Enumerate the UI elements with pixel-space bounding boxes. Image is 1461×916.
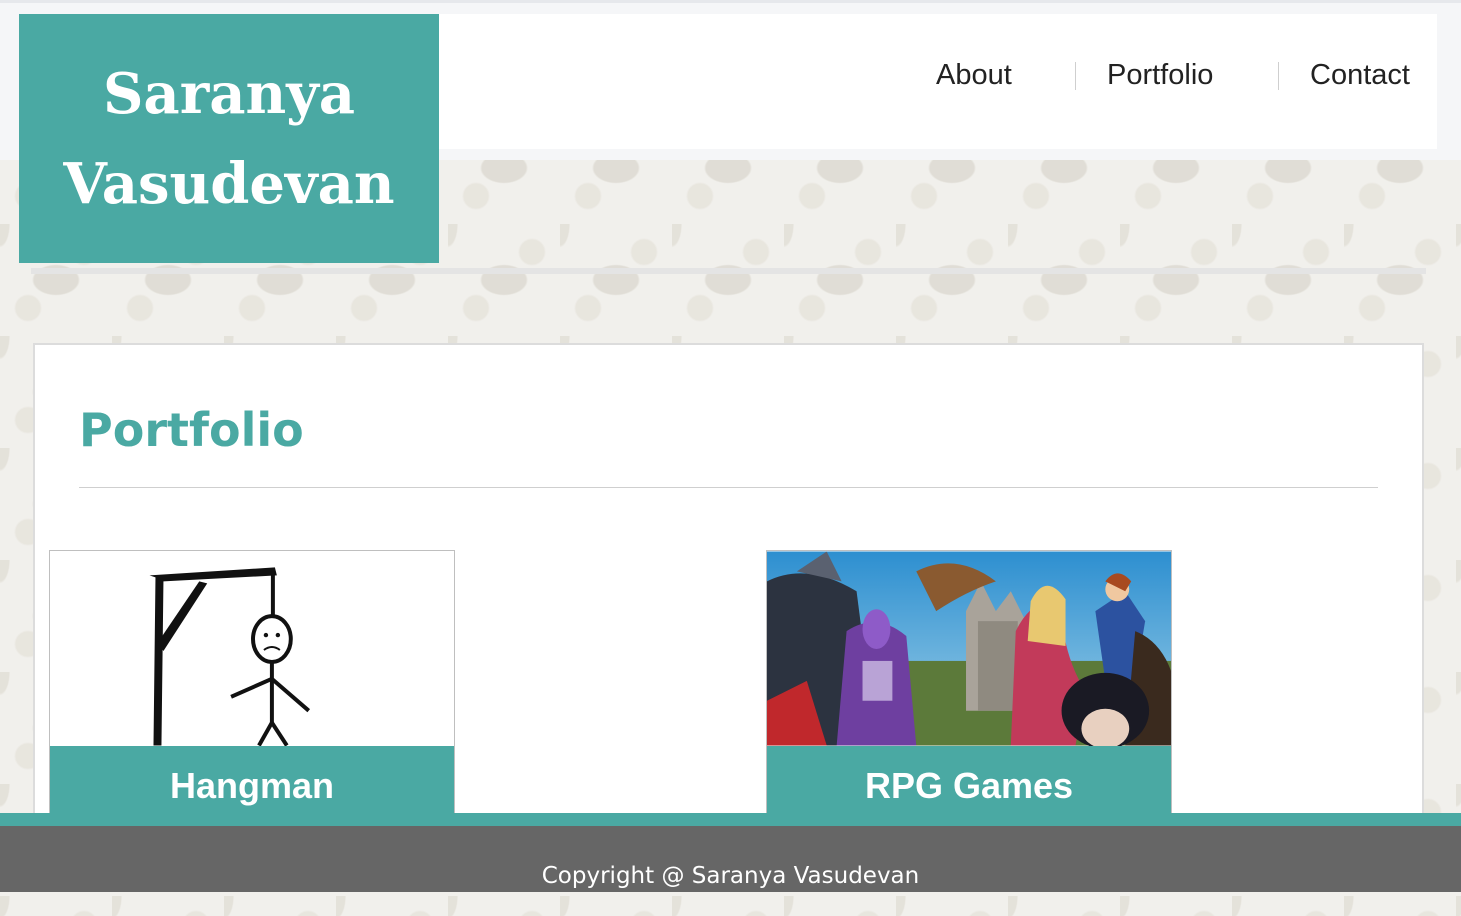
card-label: RPG Games — [767, 746, 1171, 813]
nav-separator — [1278, 62, 1279, 90]
portfolio-card-hangman[interactable]: Hangman — [49, 550, 455, 814]
logo-line-2: Vasudevan — [63, 151, 395, 217]
logo-line-1: Saranya — [102, 61, 356, 127]
copyright-text: Copyright @ Saranya Vasudevan — [541, 863, 920, 889]
page-title: Portfolio — [79, 403, 304, 457]
nav-link-about[interactable]: About — [936, 58, 1012, 92]
card-label: Hangman — [50, 746, 454, 813]
hangman-image — [50, 551, 454, 746]
nav-link-contact[interactable]: Contact — [1310, 58, 1410, 92]
portfolio-card-rpg-games[interactable]: RPG Games — [766, 550, 1172, 814]
nav-separator — [1075, 62, 1076, 90]
footer-accent-strip — [0, 813, 1461, 826]
site-logo[interactable]: Saranya Vasudevan — [19, 14, 439, 263]
title-divider — [79, 487, 1378, 488]
rpg-games-image — [767, 551, 1171, 746]
header-divider — [31, 268, 1426, 274]
nav-link-portfolio[interactable]: Portfolio — [1107, 58, 1213, 92]
